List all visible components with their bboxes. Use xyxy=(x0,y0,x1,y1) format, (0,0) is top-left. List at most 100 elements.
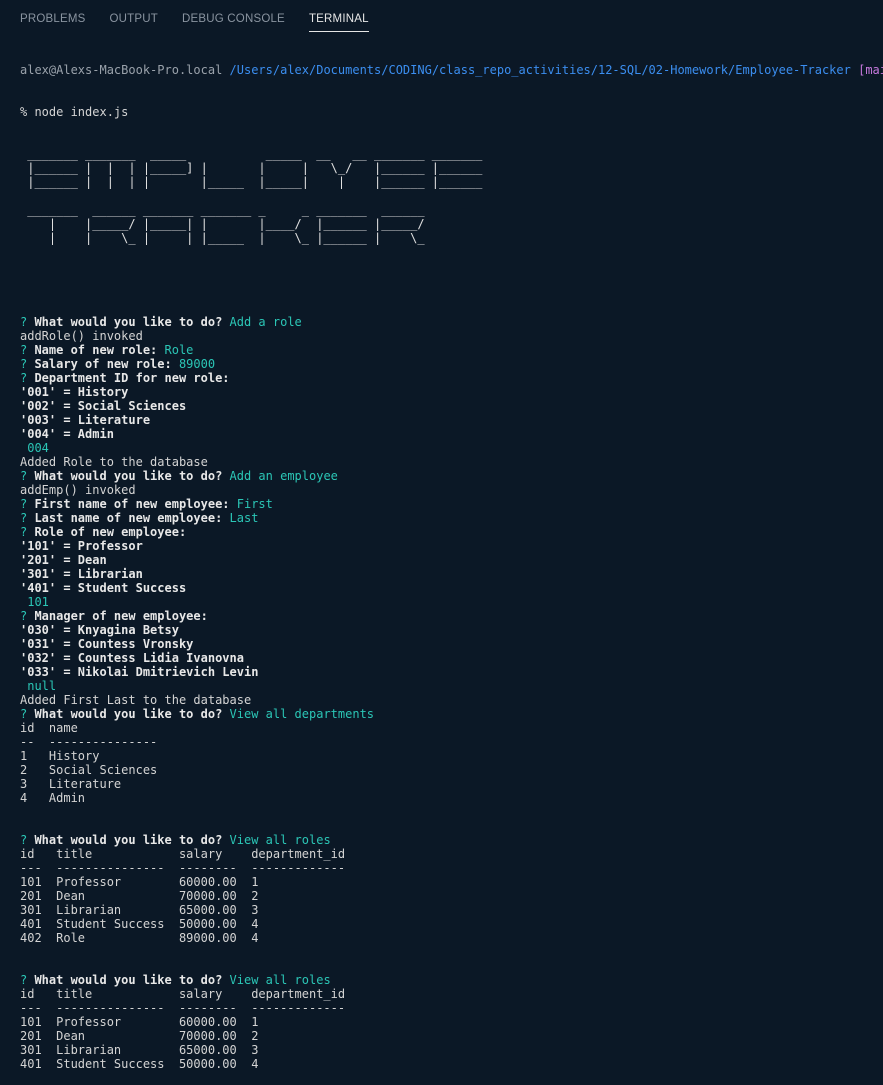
output-text: addRole() invoked xyxy=(20,329,143,343)
terminal-line: addEmp() invoked xyxy=(20,483,883,497)
terminal-line: ? What would you like to do? Add a role xyxy=(20,315,883,329)
output-text: 201 Dean 70000.00 2 xyxy=(20,889,259,903)
answer-text: ? xyxy=(20,707,35,721)
terminal-line: Added Role to the database xyxy=(20,455,883,469)
terminal-line: '301' = Librarian xyxy=(20,567,883,581)
terminal-line: Added First Last to the database xyxy=(20,693,883,707)
ascii-banner-line: |______ | | | |_____] | | | \_/ |______ … xyxy=(20,161,483,175)
answer-text: ? xyxy=(20,371,35,385)
answer-text: ? xyxy=(20,469,35,483)
answer-text: 004 xyxy=(20,441,49,455)
output-text: 4 Admin xyxy=(20,791,86,805)
output-text: id title salary department_id xyxy=(20,847,346,861)
terminal-line: '002' = Social Sciences xyxy=(20,399,883,413)
prompt-host: alex@Alexs-MacBook-Pro.local xyxy=(20,63,223,77)
terminal-line: 101 Professor 60000.00 1 xyxy=(20,875,883,889)
ascii-banner-line: | |_____/ |_____| | |____/ |______ |____… xyxy=(20,217,425,231)
terminal-line: '001' = History xyxy=(20,385,883,399)
tab-terminal[interactable]: TERMINAL xyxy=(308,13,369,32)
output-text: 301 Librarian 65000.00 3 xyxy=(20,903,259,917)
terminal-line: 2 Social Sciences xyxy=(20,763,883,777)
answer-text: ? xyxy=(20,357,35,371)
terminal-line: '101' = Professor xyxy=(20,539,883,553)
program-output: ? What would you like to do? Add a role a… xyxy=(20,315,883,1071)
terminal-line: --- --------------- -------- -----------… xyxy=(20,861,883,875)
answer-text: ? xyxy=(20,973,35,987)
question-text: What would you like to do? xyxy=(34,833,230,847)
output-text: 201 Dean 70000.00 2 xyxy=(20,1029,259,1043)
output-text: --- --------------- -------- -----------… xyxy=(20,1001,346,1015)
terminal-line: 201 Dean 70000.00 2 xyxy=(20,889,883,903)
ascii-banner: _______ _______ _____ _____ __ __ ______… xyxy=(20,147,883,245)
question-text: Role of new employee: xyxy=(34,525,187,539)
answer-text: ? xyxy=(20,833,35,847)
terminal-line: 301 Librarian 65000.00 3 xyxy=(20,903,883,917)
terminal-line: 3 Literature xyxy=(20,777,883,791)
question-text: '001' = History xyxy=(20,385,129,399)
output-text: id name xyxy=(20,721,78,735)
question-text: '032' = Countess Lidia Ivanovna xyxy=(20,651,244,665)
question-text: '101' = Professor xyxy=(20,539,143,553)
terminal-line: '030' = Knyagina Betsy xyxy=(20,623,883,637)
terminal-line: null xyxy=(20,679,883,693)
terminal-line: --- --------------- -------- -----------… xyxy=(20,1001,883,1015)
answer-text: ? xyxy=(20,609,35,623)
output-text: id title salary department_id xyxy=(20,987,346,1001)
terminal-line: ? What would you like to do? View all ro… xyxy=(20,833,883,847)
terminal-line: id title salary department_id xyxy=(20,987,883,1001)
answer-text: Add a role xyxy=(229,315,302,329)
output-text: 1 History xyxy=(20,749,100,763)
tab-problems[interactable]: PROBLEMS xyxy=(20,13,86,32)
question-text: '004' = Admin xyxy=(20,427,114,441)
terminal-line: ? What would you like to do? Add an empl… xyxy=(20,469,883,483)
prompt-line: alex@Alexs-MacBook-Pro.local /Users/alex… xyxy=(20,63,883,77)
terminal-line: ? What would you like to do? View all ro… xyxy=(20,973,883,987)
output-text: 401 Student Success 50000.00 4 xyxy=(20,917,259,931)
output-text: addEmp() invoked xyxy=(20,483,136,497)
answer-text: ? xyxy=(20,511,35,525)
ascii-banner-line: _______ ______ _______ _______ _ _ _____… xyxy=(20,203,425,217)
question-text: '301' = Librarian xyxy=(20,567,143,581)
terminal-line: 301 Librarian 65000.00 3 xyxy=(20,1043,883,1057)
terminal-line: 401 Student Success 50000.00 4 xyxy=(20,917,883,931)
ascii-banner-line: | | \_ | | |_____ | \_ |______ | \_ xyxy=(20,231,425,245)
answer-text: ? xyxy=(20,343,35,357)
question-text: What would you like to do? xyxy=(34,315,230,329)
terminal-line: '004' = Admin xyxy=(20,427,883,441)
output-text: Added First Last to the database xyxy=(20,693,252,707)
output-text: 101 Professor 60000.00 1 xyxy=(20,875,259,889)
tab-debug-console[interactable]: DEBUG CONSOLE xyxy=(182,13,285,32)
answer-text: ? xyxy=(20,497,35,511)
terminal-line: 402 Role 89000.00 4 xyxy=(20,931,883,945)
terminal-line: 4 Admin xyxy=(20,791,883,805)
question-text: What would you like to do? xyxy=(34,973,230,987)
question-text: '031' = Countess Vronsky xyxy=(20,637,194,651)
terminal-line: 401 Student Success 50000.00 4 xyxy=(20,1057,883,1071)
terminal-line: 201 Dean 70000.00 2 xyxy=(20,1029,883,1043)
question-text: '033' = Nikolai Dmitrievich Levin xyxy=(20,665,259,679)
tab-output[interactable]: OUTPUT xyxy=(110,13,158,32)
git-branch-badge: [main] xyxy=(858,63,883,77)
output-text: --- --------------- -------- -----------… xyxy=(20,861,346,875)
answer-text: 89000 xyxy=(178,357,216,371)
terminal-line: -- --------------- xyxy=(20,735,883,749)
terminal-line: id name xyxy=(20,721,883,735)
question-text: '401' = Student Success xyxy=(20,581,187,595)
terminal-line: ? Salary of new role: 89000 xyxy=(20,357,883,371)
question-text: '003' = Literature xyxy=(20,413,151,427)
terminal-line: '032' = Countess Lidia Ivanovna xyxy=(20,651,883,665)
terminal-line: 004 xyxy=(20,441,883,455)
terminal-line: ? Name of new role: Role xyxy=(20,343,883,357)
terminal-line: ? Manager of new employee: xyxy=(20,609,883,623)
question-text: What would you like to do? xyxy=(34,707,230,721)
output-text: 301 Librarian 65000.00 3 xyxy=(20,1043,259,1057)
terminal-line: ? Last name of new employee: Last xyxy=(20,511,883,525)
answer-text: ? xyxy=(20,315,35,329)
answer-text: 101 xyxy=(20,595,49,609)
question-text: Salary of new role: xyxy=(34,357,179,371)
terminal-output[interactable]: alex@Alexs-MacBook-Pro.local /Users/alex… xyxy=(20,35,883,1085)
output-text: -- --------------- xyxy=(20,735,158,749)
